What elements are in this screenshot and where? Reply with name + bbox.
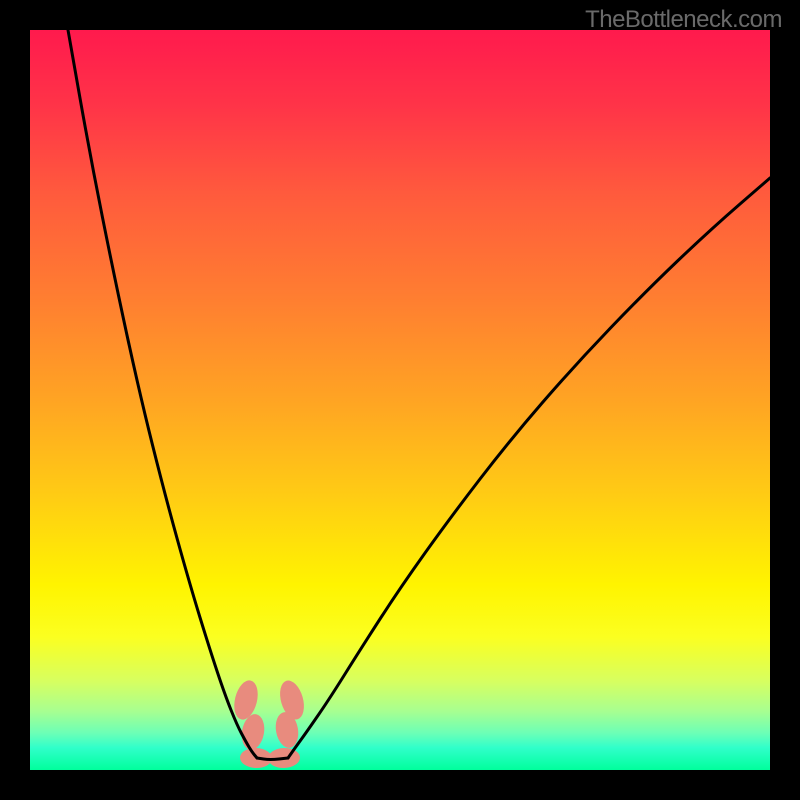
curve-left-branch [68, 30, 257, 758]
curve-layer [30, 30, 770, 770]
curve-right-branch [288, 178, 770, 758]
marker-group [230, 678, 308, 769]
curve-bottom [257, 758, 288, 760]
watermark-text: TheBottleneck.com [585, 6, 782, 34]
chart-frame [30, 30, 770, 770]
